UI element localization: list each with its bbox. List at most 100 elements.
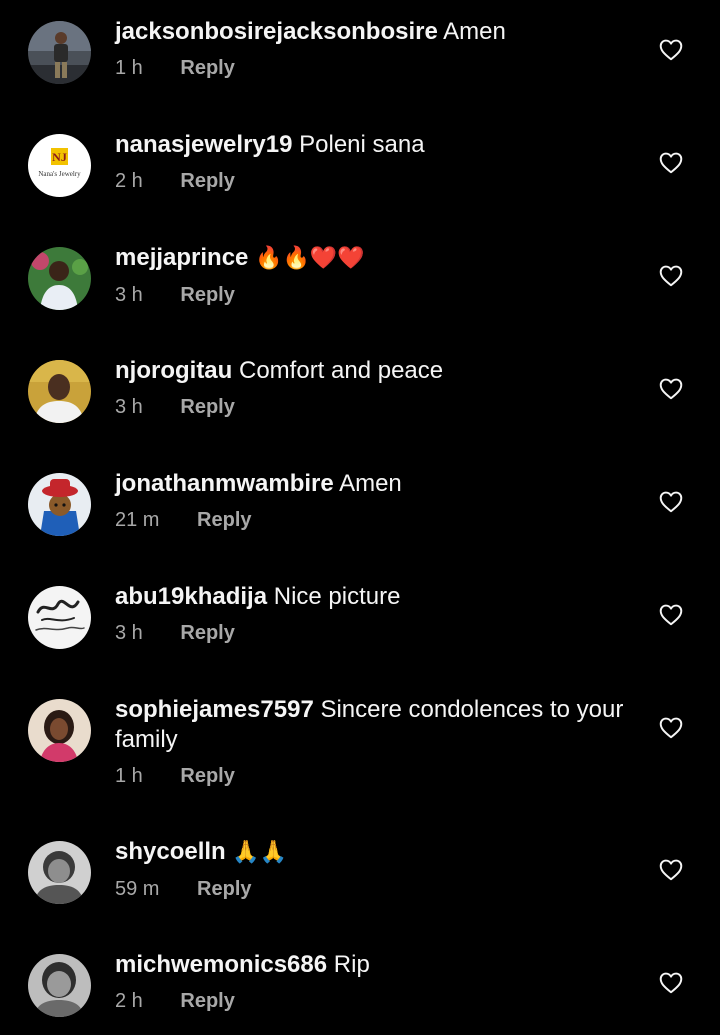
reply-button[interactable]: Reply <box>180 762 234 790</box>
comment-text: sophiejames7597 Sincere condolences to y… <box>115 695 640 755</box>
paddington-bear-avatar-icon <box>28 473 91 536</box>
comment-body: njorogitau Comfort and peace 3 h Reply <box>115 356 640 421</box>
username[interactable]: shycoelln <box>115 838 226 865</box>
heart-icon <box>659 604 683 626</box>
timestamp: 1 h <box>115 765 143 787</box>
heart-icon <box>659 265 683 287</box>
comment-text: jacksonbosirejacksonbosire Amen <box>115 17 640 47</box>
comment-meta: 59 m Reply <box>115 875 640 903</box>
like-button[interactable] <box>658 263 684 289</box>
comment-meta: 3 h Reply <box>115 281 640 309</box>
timestamp: 3 h <box>115 284 143 306</box>
avatar[interactable] <box>28 586 91 649</box>
username[interactable]: abu19khadija <box>115 583 267 610</box>
timestamp: 3 h <box>115 396 143 418</box>
comment-text: shycoelln 🙏🙏 <box>115 837 640 868</box>
comment-emoji: 🙏🙏 <box>232 840 288 865</box>
heart-icon <box>659 972 683 994</box>
comment-message: Comfort and peace <box>239 357 444 384</box>
person-photo-avatar-icon <box>28 954 91 1017</box>
comment-message: Poleni sana <box>299 131 425 158</box>
username[interactable]: michwemonics686 <box>115 951 327 978</box>
like-button[interactable] <box>658 970 684 996</box>
comment-meta: 3 h Reply <box>115 393 640 421</box>
username[interactable]: jonathanmwambire <box>115 470 334 497</box>
heart-icon <box>659 491 683 513</box>
comment-body: mejjaprince 🔥🔥❤️❤️ 3 h Reply <box>115 243 640 309</box>
comment-body: jacksonbosirejacksonbosire Amen 1 h Repl… <box>115 17 640 82</box>
comment-message: Rip <box>333 951 370 978</box>
calligraphy-avatar-icon <box>28 586 91 649</box>
person-photo-avatar-icon <box>28 699 91 762</box>
nanas-jewelry-logo-avatar-icon: NJ Nana's Jewelry <box>28 134 91 197</box>
reply-button[interactable]: Reply <box>197 875 251 903</box>
timestamp: 21 m <box>115 509 160 531</box>
timestamp: 2 h <box>115 170 143 192</box>
person-photo-avatar-icon <box>28 21 91 84</box>
username[interactable]: sophiejames7597 <box>115 696 314 723</box>
like-button[interactable] <box>658 150 684 176</box>
username[interactable]: mejjaprince <box>115 244 248 271</box>
username[interactable]: njorogitau <box>115 357 232 384</box>
person-photo-avatar-icon <box>28 360 91 423</box>
comment-meta: 2 h Reply <box>115 987 640 1015</box>
comment-meta: 3 h Reply <box>115 619 640 647</box>
heart-icon <box>659 859 683 881</box>
comment-text: jonathanmwambire Amen <box>115 469 640 499</box>
username[interactable]: nanasjewelry19 <box>115 131 292 158</box>
like-button[interactable] <box>658 376 684 402</box>
reply-button[interactable]: Reply <box>180 619 234 647</box>
avatar[interactable]: NJ Nana's Jewelry <box>28 134 91 197</box>
avatar[interactable] <box>28 954 91 1017</box>
like-button[interactable] <box>658 489 684 515</box>
avatar[interactable] <box>28 699 91 762</box>
comment-meta: 1 h Reply <box>115 54 640 82</box>
comment-text: njorogitau Comfort and peace <box>115 356 640 386</box>
comment-body: sophiejames7597 Sincere condolences to y… <box>115 695 640 790</box>
comment-body: shycoelln 🙏🙏 59 m Reply <box>115 837 640 903</box>
comment-message: Amen <box>339 470 402 497</box>
comment-meta: 1 h Reply <box>115 762 640 790</box>
avatar[interactable] <box>28 841 91 904</box>
heart-icon <box>659 39 683 61</box>
comment-text: michwemonics686 Rip <box>115 950 640 980</box>
heart-icon <box>659 717 683 739</box>
svg-text:Nana's Jewelry: Nana's Jewelry <box>38 170 81 178</box>
like-button[interactable] <box>658 715 684 741</box>
timestamp: 2 h <box>115 990 143 1012</box>
comment-emoji: 🔥🔥❤️❤️ <box>255 246 365 271</box>
comment-text: mejjaprince 🔥🔥❤️❤️ <box>115 243 640 274</box>
svg-text:NJ: NJ <box>52 150 67 164</box>
reply-button[interactable]: Reply <box>180 987 234 1015</box>
like-button[interactable] <box>658 37 684 63</box>
person-photo-avatar-icon <box>28 841 91 904</box>
avatar[interactable] <box>28 21 91 84</box>
reply-button[interactable]: Reply <box>197 506 251 534</box>
comment-body: michwemonics686 Rip 2 h Reply <box>115 950 640 1015</box>
timestamp: 59 m <box>115 878 160 900</box>
comment-message: Amen <box>443 18 506 45</box>
heart-icon <box>659 152 683 174</box>
timestamp: 1 h <box>115 57 143 79</box>
comment-body: nanasjewelry19 Poleni sana 2 h Reply <box>115 130 640 195</box>
comment-body: abu19khadija Nice picture 3 h Reply <box>115 582 640 647</box>
comment-message: Nice picture <box>273 583 401 610</box>
like-button[interactable] <box>658 857 684 883</box>
comment-meta: 21 m Reply <box>115 506 640 534</box>
like-button[interactable] <box>658 602 684 628</box>
avatar[interactable] <box>28 360 91 423</box>
comment-text: abu19khadija Nice picture <box>115 582 640 612</box>
avatar[interactable] <box>28 473 91 536</box>
comment-body: jonathanmwambire Amen 21 m Reply <box>115 469 640 534</box>
comment-meta: 2 h Reply <box>115 167 640 195</box>
username[interactable]: jacksonbosirejacksonbosire <box>115 18 438 45</box>
person-photo-avatar-icon <box>28 247 91 310</box>
reply-button[interactable]: Reply <box>180 393 234 421</box>
avatar[interactable] <box>28 247 91 310</box>
reply-button[interactable]: Reply <box>180 54 234 82</box>
comment-text: nanasjewelry19 Poleni sana <box>115 130 640 160</box>
heart-icon <box>659 378 683 400</box>
timestamp: 3 h <box>115 622 143 644</box>
reply-button[interactable]: Reply <box>180 281 234 309</box>
reply-button[interactable]: Reply <box>180 167 234 195</box>
